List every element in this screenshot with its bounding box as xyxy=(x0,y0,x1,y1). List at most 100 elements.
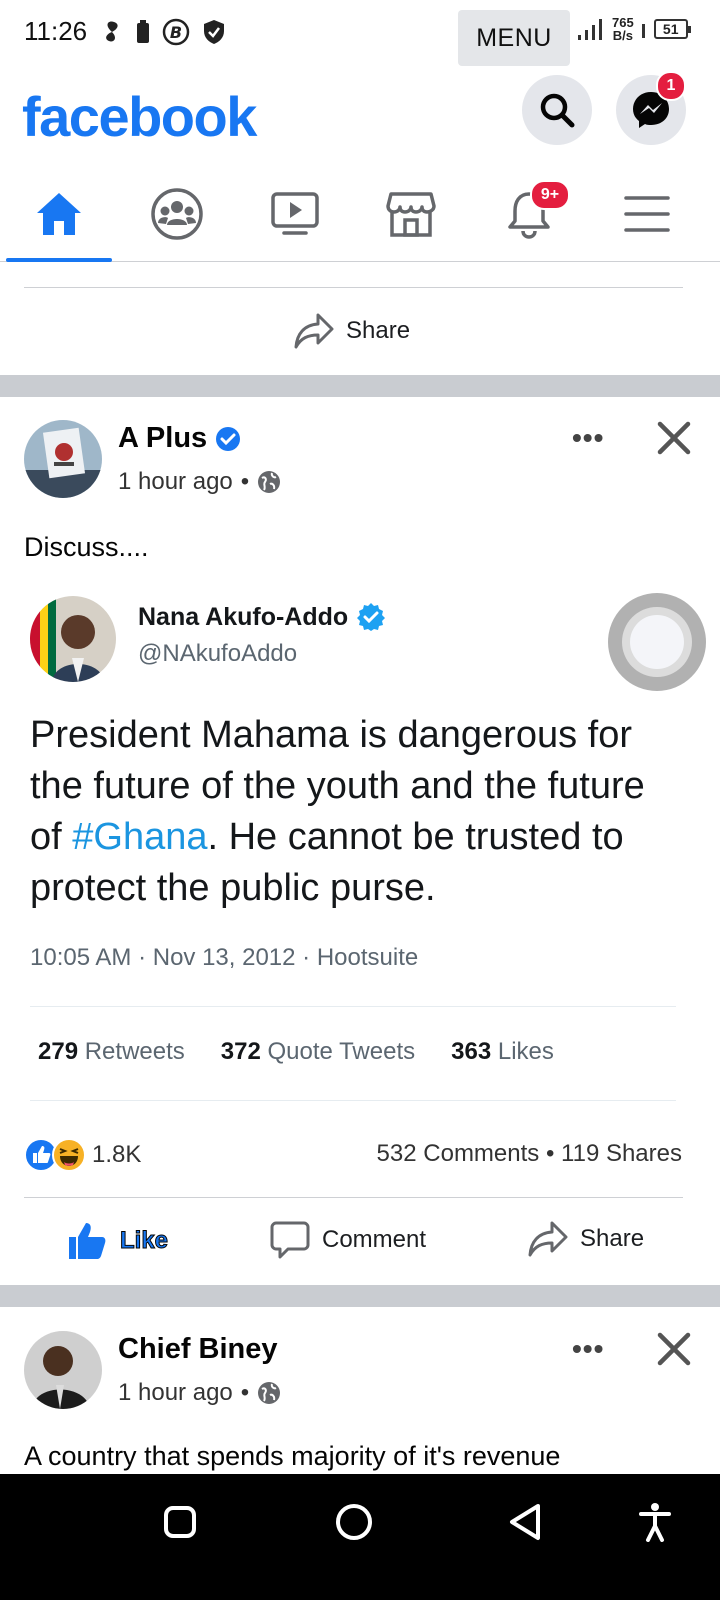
notifications-badge: 9+ xyxy=(530,180,570,210)
tab-bar: 9+ xyxy=(0,166,720,262)
author-name: A Plus xyxy=(118,422,208,454)
tweet-avatar xyxy=(30,596,116,682)
recents-icon[interactable] xyxy=(162,1504,198,1540)
battery-indicator: 51 xyxy=(653,19,691,39)
battery-saver-icon xyxy=(137,20,149,43)
search-button[interactable] xyxy=(522,75,592,145)
post-header: A Plus 1 hour ago • ••• xyxy=(0,420,720,520)
likes-count: 363 xyxy=(451,1038,492,1065)
post-separator xyxy=(0,1285,720,1307)
app-header: facebook 1 xyxy=(0,66,720,166)
divider xyxy=(24,287,683,288)
tweet-meta: 10:05 AM · Nov 13, 2012 · Hootsuite xyxy=(30,944,419,971)
post-time-text: 1 hour ago xyxy=(118,468,233,495)
close-icon[interactable] xyxy=(656,1331,692,1367)
tab-marketplace[interactable] xyxy=(352,166,470,262)
status-icons: B xyxy=(100,18,226,46)
network-speed: 765 B/s xyxy=(612,16,634,42)
prev-share-button[interactable]: Share xyxy=(294,312,410,350)
signal-small-icon xyxy=(641,24,645,38)
net-speed-unit: B/s xyxy=(612,28,633,43)
b-circle-icon: B xyxy=(162,18,190,46)
post-text: A country that spends majority of it's r… xyxy=(24,1441,561,1471)
tweet-divider xyxy=(30,1006,676,1007)
tab-watch[interactable] xyxy=(236,166,354,262)
tweet-divider xyxy=(30,1100,676,1101)
quotes-count: 372 xyxy=(220,1038,261,1065)
hashtag-link: #Ghana xyxy=(72,816,208,858)
system-navigation-bar xyxy=(0,1474,720,1600)
thumbs-up-icon xyxy=(69,1223,106,1259)
dot-separator: • xyxy=(240,468,250,495)
quotes-label: Quote Tweets xyxy=(267,1038,416,1065)
post-text: Discuss.... xyxy=(24,532,149,562)
likes-label: Likes xyxy=(497,1038,554,1065)
share-icon xyxy=(528,1221,568,1257)
retweets-label: Retweets xyxy=(84,1038,185,1065)
back-icon[interactable] xyxy=(508,1502,544,1542)
active-tab-indicator xyxy=(6,258,112,262)
post-timestamp: 1 hour ago • xyxy=(118,468,281,496)
haha-reaction-icon xyxy=(52,1138,86,1172)
comment-label: Comment xyxy=(322,1226,427,1253)
more-options-button[interactable]: ••• xyxy=(572,422,604,454)
post-header: Chief Biney 1 hour ago • ••• xyxy=(0,1331,720,1431)
share-label: Share xyxy=(580,1225,645,1252)
status-time: 11:26 xyxy=(24,16,88,46)
retweets-stat: 279 Retweets xyxy=(38,1038,185,1066)
more-options-button[interactable]: ••• xyxy=(572,1333,604,1365)
post-timestamp: 1 hour ago • xyxy=(118,1379,281,1407)
dot-separator: • xyxy=(240,1379,250,1406)
tweet-handle: @NAkufoAddo xyxy=(138,640,298,667)
avatar[interactable] xyxy=(24,420,102,498)
globe-icon xyxy=(258,1382,281,1404)
menu-button[interactable]: MENU xyxy=(458,10,570,66)
post-author[interactable]: Chief Biney xyxy=(118,1333,278,1366)
comment-icon xyxy=(270,1221,310,1259)
floating-assistive-button[interactable] xyxy=(608,593,706,691)
status-right: 765 B/s 51 xyxy=(576,16,691,42)
shield-icon xyxy=(204,20,224,44)
post-author[interactable]: A Plus xyxy=(118,422,241,455)
comments-shares-count[interactable]: 532 Comments • 119 Shares xyxy=(377,1140,682,1168)
floating-core xyxy=(630,615,684,669)
home-circle-icon[interactable] xyxy=(334,1502,374,1542)
signal-icon xyxy=(578,19,602,40)
share-icon xyxy=(294,313,334,349)
tweet-stats: 279 Retweets 372 Quote Tweets 363 Likes xyxy=(38,1038,554,1066)
close-icon[interactable] xyxy=(656,420,692,456)
retweets-count: 279 xyxy=(38,1038,79,1065)
post-separator xyxy=(0,375,720,397)
reactions-summary[interactable]: 1.8K xyxy=(24,1138,141,1172)
avatar[interactable] xyxy=(24,1331,102,1409)
messenger-button[interactable]: 1 xyxy=(616,71,686,145)
quotes-stat: 372 Quote Tweets xyxy=(221,1038,415,1066)
post-time-text: 1 hour ago xyxy=(118,1379,233,1406)
tab-home[interactable] xyxy=(0,166,118,262)
messenger-badge: 1 xyxy=(656,71,686,101)
share-button[interactable]: Share xyxy=(528,1220,644,1258)
tab-menu[interactable] xyxy=(588,166,706,262)
groups-icon xyxy=(151,188,203,240)
facebook-logo[interactable]: facebook xyxy=(22,84,257,149)
search-icon xyxy=(540,93,575,128)
author-name: Chief Biney xyxy=(118,1333,278,1365)
share-label: Share xyxy=(346,317,411,344)
like-button[interactable]: Like xyxy=(66,1220,169,1262)
like-label: Like xyxy=(119,1227,169,1255)
store-icon xyxy=(386,192,436,237)
tab-notifications[interactable]: 9+ xyxy=(470,166,588,262)
reactions-count: 1.8K xyxy=(92,1141,142,1168)
tweet-author-name: Nana Akufo-Addo xyxy=(138,602,349,631)
hamburger-icon xyxy=(624,196,670,232)
verified-icon xyxy=(216,426,241,451)
comment-button[interactable]: Comment xyxy=(270,1220,426,1260)
tab-groups[interactable] xyxy=(118,166,236,262)
divider xyxy=(24,1197,683,1198)
accessibility-icon[interactable] xyxy=(638,1502,672,1542)
video-icon xyxy=(271,192,319,235)
verified-icon xyxy=(357,603,386,631)
svg-text:B: B xyxy=(170,23,182,42)
fan-icon xyxy=(106,21,118,42)
home-icon xyxy=(37,193,81,235)
